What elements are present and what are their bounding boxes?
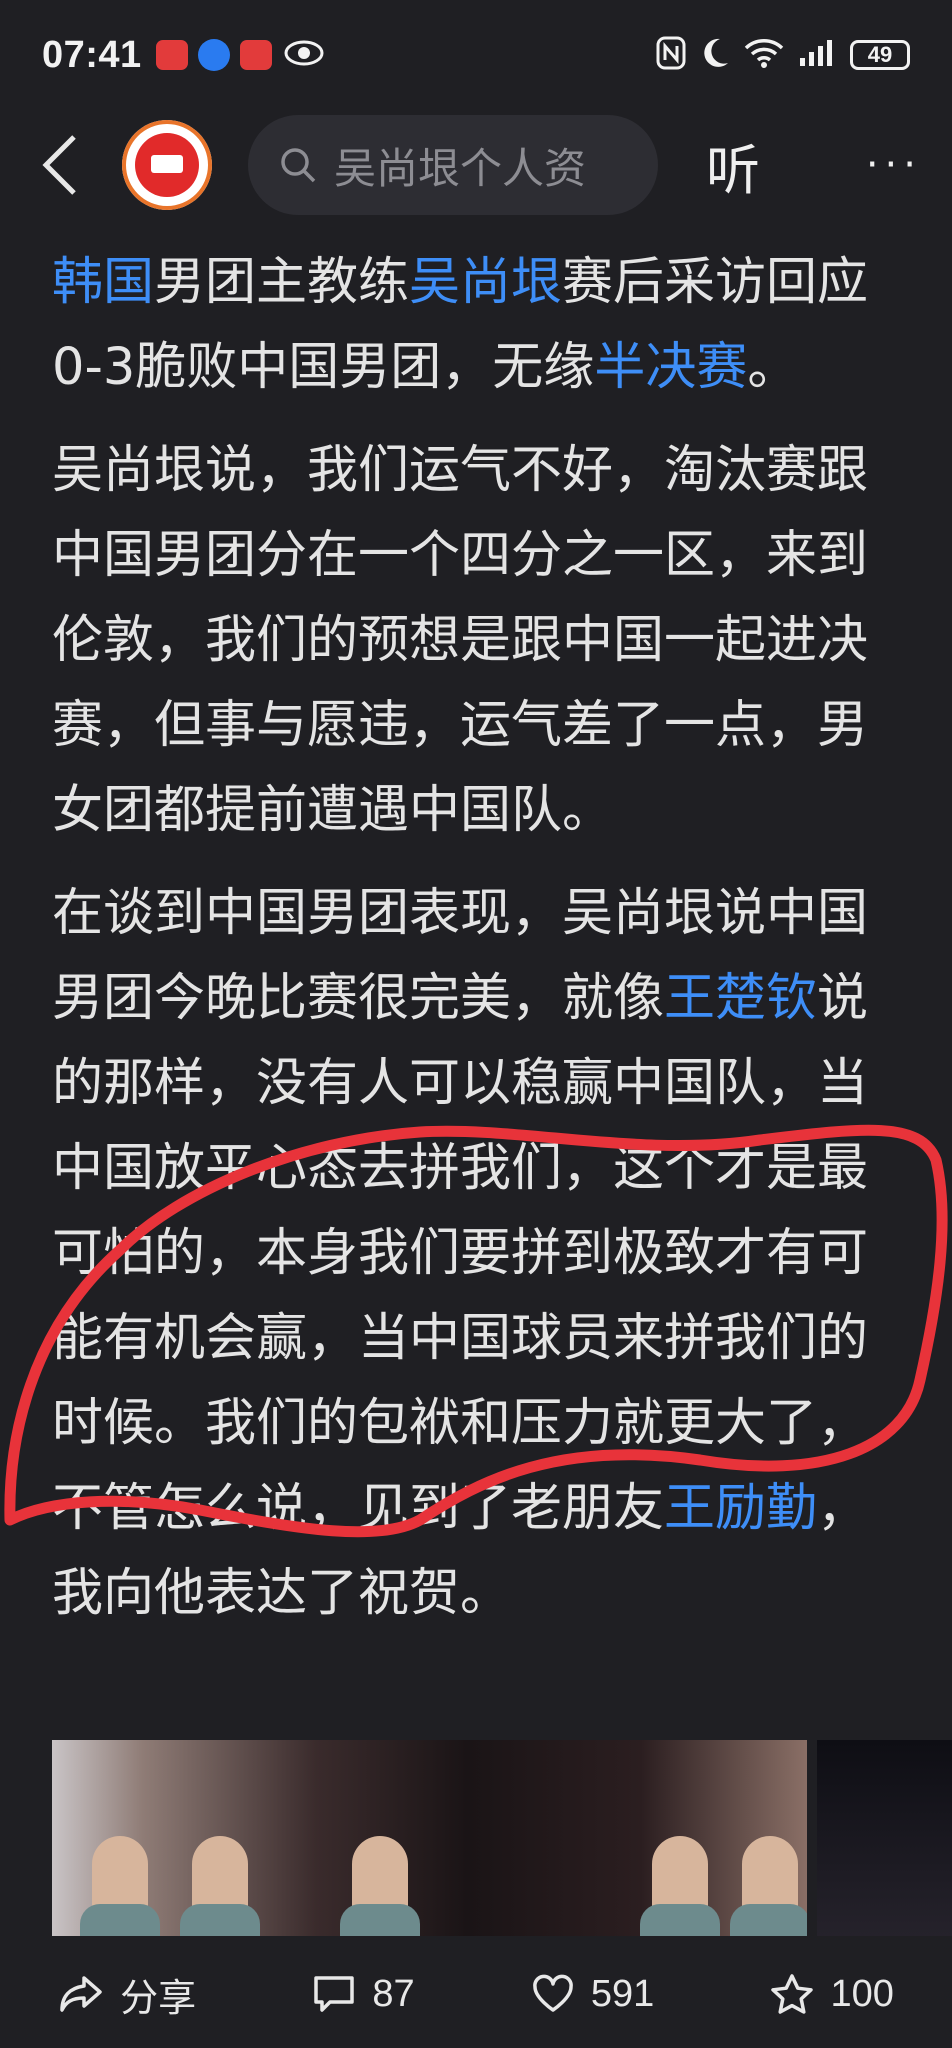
like-count: 591	[590, 1972, 655, 2015]
article-body: 韩国男团主教练吴尚垠赛后采访回应0-3脆败中国男团，无缘半决赛。吴尚垠说，我们运…	[52, 240, 872, 1654]
share-button[interactable]: 分享	[58, 1967, 196, 2022]
moon-icon	[700, 37, 730, 74]
like-button[interactable]: 591	[531, 1973, 654, 2016]
app-notification-icon	[155, 40, 188, 70]
person-figure	[340, 1904, 420, 1936]
article-link[interactable]: 吴尚垠	[409, 253, 562, 312]
battery-indicator: 49	[850, 40, 910, 70]
status-icons: 49	[656, 36, 910, 75]
search-query: 吴尚垠个人资	[334, 143, 587, 193]
top-navigation: 吴尚垠个人资 听 ···	[0, 110, 952, 220]
back-button[interactable]	[40, 125, 100, 205]
article-link[interactable]: 半决赛	[594, 338, 747, 397]
star-icon	[771, 1974, 814, 2014]
comment-button[interactable]: 87	[312, 1972, 415, 2016]
eye-icon	[284, 40, 324, 71]
person-figure	[80, 1904, 160, 1936]
article-link[interactable]: 韩国	[52, 253, 154, 312]
favorite-button[interactable]: 100	[770, 1972, 894, 2016]
signal-icon	[798, 38, 836, 73]
share-label: 分享	[120, 1977, 197, 2020]
app-logo[interactable]	[122, 120, 212, 210]
article-link[interactable]: 王励勤	[664, 1479, 817, 1538]
person-figure	[640, 1904, 720, 1936]
favorite-count: 100	[830, 1972, 894, 2015]
wifi-icon	[744, 38, 784, 73]
clock: 07:41	[42, 33, 142, 76]
article-text: 说的那样，没有人可以稳赢中国队，当中国放平心态去拼我们，这个才是最可怕的，本身我…	[52, 969, 869, 1538]
person-figure	[180, 1904, 260, 1936]
article-paragraph: 韩国男团主教练吴尚垠赛后采访回应0-3脆败中国男团，无缘半决赛。	[52, 240, 872, 410]
bulb-notification-icon	[197, 39, 230, 71]
status-bar: 07:41 49	[0, 0, 952, 110]
article-text: 。	[747, 338, 799, 397]
action-bar: 分享 87 591 100	[0, 1940, 952, 2048]
app-notification-icon	[239, 40, 272, 70]
article-text: 男团主教练	[154, 253, 410, 312]
heart-icon	[533, 1974, 573, 2012]
listen-button[interactable]: 听	[706, 126, 760, 205]
logo-icon	[135, 133, 199, 197]
image-gallery[interactable]	[52, 1740, 952, 1936]
more-button[interactable]: ···	[866, 142, 922, 188]
team-photo[interactable]	[52, 1740, 807, 1936]
article-paragraph: 吴尚垠说，我们运气不好，淘汰赛跟中国男团分在一个四分之一区，来到伦敦，我们的预想…	[52, 428, 872, 853]
comment-icon	[314, 1976, 355, 2012]
search-icon	[281, 148, 316, 183]
article-text: 吴尚垠说，我们运气不好，淘汰赛跟中国男团分在一个四分之一区，来到伦敦，我们的预想…	[52, 441, 869, 840]
article-paragraph: 在谈到中国男团表现，吴尚垠说中国男团今晚比赛很完美，就像王楚钦说的那样，没有人可…	[52, 871, 872, 1636]
share-icon	[60, 1976, 102, 2012]
person-figure	[730, 1904, 807, 1936]
next-photo[interactable]	[817, 1740, 952, 1936]
article-link[interactable]: 王楚钦	[664, 969, 817, 1028]
chevron-left-icon	[42, 135, 76, 195]
search-input[interactable]: 吴尚垠个人资	[248, 115, 658, 215]
comment-count: 87	[372, 1972, 415, 2015]
nfc-icon	[656, 36, 686, 75]
